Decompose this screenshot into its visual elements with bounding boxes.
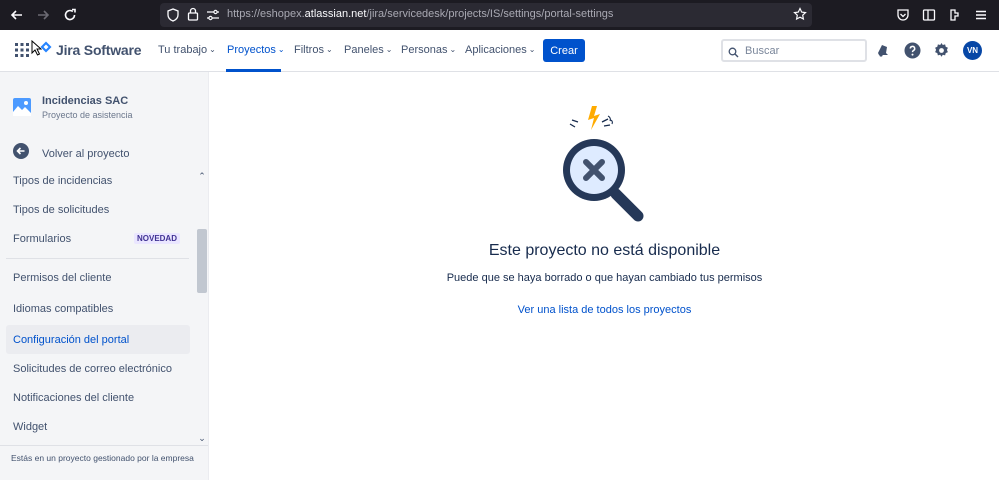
- menu-label: Tu trabajo: [158, 44, 208, 56]
- empty-state-title: Este proyecto no está disponible: [488, 242, 721, 259]
- sidebar-item-tipos-solicitudes[interactable]: Tipos de solicitudes: [6, 195, 190, 224]
- hamburger-menu-icon[interactable]: [974, 8, 988, 27]
- sidebar-item-permisos-cliente[interactable]: Permisos del cliente: [6, 263, 190, 292]
- pocket-icon[interactable]: [896, 8, 910, 27]
- url-domain: atlassian.net: [304, 8, 367, 20]
- extensions-icon[interactable]: [948, 8, 962, 27]
- project-avatar-icon: [13, 98, 31, 116]
- browser-toolbar: https://eshopex.atlassian.net/jira/servi…: [0, 0, 999, 30]
- project-management-note: Estás en un proyecto gestionado por la e…: [11, 453, 194, 463]
- mouse-cursor-icon: [31, 39, 43, 61]
- user-avatar[interactable]: VN: [963, 41, 982, 60]
- menu-proyectos[interactable]: Proyectos ⌄: [227, 44, 285, 56]
- sidebar-item-label: Notificaciones del cliente: [13, 391, 135, 404]
- sidebar-item-label: Solicitudes de correo electrónico: [13, 362, 172, 375]
- permissions-icon[interactable]: [206, 8, 220, 27]
- sidebar-item-configuracion-portal[interactable]: Configuración del portal: [6, 325, 190, 354]
- sidebar-item-label: Permisos del cliente: [13, 271, 112, 284]
- create-button[interactable]: Crear: [543, 39, 585, 62]
- chevron-down-icon: ⌄: [385, 45, 393, 54]
- chevron-down-icon: ⌄: [449, 45, 457, 54]
- back-label: Volver al proyecto: [42, 147, 130, 160]
- link-label: Ver una lista de todos los proyectos: [517, 304, 692, 316]
- chevron-down-icon: ⌄: [209, 45, 216, 54]
- empty-state-description: Puede que se haya borrado o que hayan ca…: [446, 272, 763, 284]
- new-badge: NOVEDAD: [133, 233, 180, 244]
- project-sidebar: Incidencias SAC Proyecto de asistencia V…: [0, 72, 209, 480]
- url-path: /jira/servicedesk/projects/IS/settings/p…: [366, 8, 614, 20]
- scroll-up-icon[interactable]: ⌃: [197, 171, 207, 181]
- back-arrow-circle-icon: [13, 143, 29, 164]
- search-box[interactable]: [721, 39, 867, 62]
- project-type: Proyecto de asistencia: [42, 110, 133, 120]
- url-prefix: https://eshopex.: [227, 8, 305, 20]
- shield-icon[interactable]: [167, 8, 179, 27]
- sidebar-divider: [6, 258, 189, 259]
- project-name: Incidencias SAC: [42, 95, 129, 107]
- product-name: Jira Software: [56, 42, 142, 58]
- sidebar-item-label: Formularios: [13, 232, 72, 245]
- magnifier-error-illustration: [552, 102, 654, 226]
- search-input[interactable]: [745, 44, 863, 58]
- reader-view-icon[interactable]: [922, 8, 936, 27]
- menu-personas[interactable]: Personas ⌄: [401, 44, 456, 56]
- reload-icon[interactable]: [60, 5, 80, 25]
- active-tab-indicator: [226, 69, 281, 72]
- menu-filtros[interactable]: Filtros ⌄: [294, 44, 333, 56]
- footer-divider: [0, 445, 208, 446]
- sidebar-item-solicitudes-correo[interactable]: Solicitudes de correo electrónico: [6, 354, 190, 383]
- sidebar-item-label: Tipos de incidencias: [13, 174, 113, 187]
- help-icon[interactable]: [904, 42, 922, 60]
- sidebar-item-formularios[interactable]: Formularios NOVEDAD: [6, 224, 190, 253]
- url-text[interactable]: https://eshopex.atlassian.net/jira/servi…: [227, 8, 613, 20]
- sidebar-item-idiomas[interactable]: Idiomas compatibles: [6, 294, 190, 323]
- sidebar-scrollbar-thumb[interactable]: [197, 229, 207, 293]
- product-home-link[interactable]: Jira Software: [40, 41, 142, 59]
- menu-label: Aplicaciones: [465, 44, 527, 56]
- menu-label: Proyectos: [227, 44, 276, 56]
- menu-label: Paneles: [344, 44, 384, 56]
- menu-label: Personas: [401, 44, 448, 56]
- sidebar-item-label: Configuración del portal: [13, 333, 130, 346]
- sidebar-item-label: Idiomas compatibles: [13, 302, 114, 315]
- notifications-icon[interactable]: [875, 42, 893, 60]
- chevron-down-icon: ⌄: [277, 45, 285, 54]
- back-to-project-link[interactable]: Volver al proyecto: [13, 143, 129, 164]
- bookmark-star-icon[interactable]: [793, 7, 807, 26]
- scroll-down-icon[interactable]: ⌄: [197, 433, 207, 443]
- back-arrow-icon[interactable]: [7, 5, 27, 25]
- sidebar-item-label: Tipos de solicitudes: [13, 203, 110, 216]
- menu-aplicaciones[interactable]: Aplicaciones ⌄: [465, 44, 535, 56]
- sidebar-item-tipos-incidencias[interactable]: Tipos de incidencias: [6, 166, 190, 195]
- app-switcher-icon[interactable]: [15, 43, 29, 62]
- view-all-projects-link[interactable]: Ver una lista de todos los proyectos: [210, 304, 999, 316]
- menu-paneles[interactable]: Paneles ⌄: [344, 44, 392, 56]
- menu-label: Filtros: [294, 44, 324, 56]
- url-bar[interactable]: https://eshopex.atlassian.net/jira/servi…: [160, 3, 812, 27]
- menu-tu-trabajo[interactable]: Tu trabajo ⌄: [158, 44, 216, 56]
- sidebar-item-label: Widget: [13, 420, 48, 433]
- lock-icon[interactable]: [187, 7, 199, 26]
- sidebar-item-notificaciones[interactable]: Notificaciones del cliente: [6, 383, 190, 412]
- search-icon: [728, 45, 739, 63]
- chevron-down-icon: ⌄: [325, 45, 333, 54]
- chevron-down-icon: ⌄: [528, 45, 536, 54]
- sidebar-item-widget[interactable]: Widget: [6, 412, 190, 441]
- top-navigation: Jira Software Tu trabajo ⌄ Proyectos ⌄ Fil…: [0, 30, 999, 72]
- settings-gear-icon[interactable]: [933, 42, 951, 60]
- forward-arrow-icon[interactable]: [33, 5, 53, 25]
